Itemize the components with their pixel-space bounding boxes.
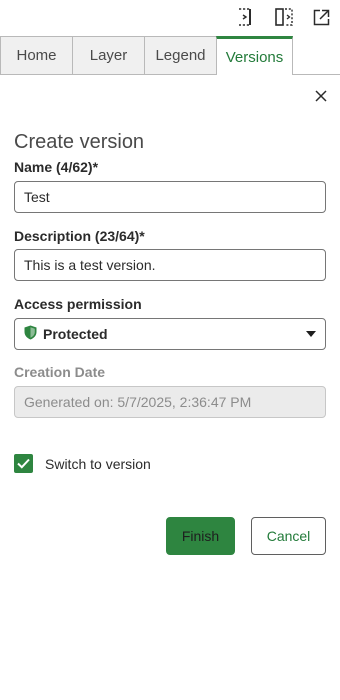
checkmark-icon[interactable] — [14, 454, 33, 473]
access-permission-label: Access permission — [14, 296, 142, 312]
cancel-button[interactable]: Cancel — [251, 517, 326, 555]
access-permission-value: Protected — [43, 326, 108, 342]
form-title: Create version — [14, 131, 145, 153]
name-field[interactable]: Test — [14, 181, 326, 213]
chevron-down-icon — [306, 331, 316, 337]
split-panel-icon[interactable] — [273, 6, 295, 28]
description-field[interactable]: This is a test version. — [14, 249, 326, 281]
expand-icon[interactable] — [310, 6, 332, 28]
tabs-divider — [292, 74, 340, 75]
panel-toolbar — [0, 0, 340, 36]
switch-to-version-checkbox[interactable]: Switch to version — [14, 454, 151, 473]
access-permission-select[interactable]: Protected — [14, 318, 326, 350]
tab-layer[interactable]: Layer — [72, 36, 145, 75]
creation-date-label: Creation Date — [14, 364, 106, 380]
creation-date-field: Generated on: 5/7/2025, 2:36:47 PM — [14, 386, 326, 418]
dock-side-icon[interactable] — [234, 6, 256, 28]
tab-versions[interactable]: Versions — [216, 36, 293, 75]
access-permission-value-group: Protected — [24, 325, 108, 343]
tab-legend[interactable]: Legend — [144, 36, 217, 75]
shield-icon — [24, 325, 37, 343]
description-label: Description (23/64)* — [14, 228, 145, 244]
switch-to-version-label: Switch to version — [45, 455, 151, 472]
name-label: Name (4/62)* — [14, 159, 99, 175]
close-icon[interactable] — [310, 85, 332, 107]
panel-tabs: Home Layer Legend Versions — [0, 36, 340, 75]
tab-home[interactable]: Home — [0, 36, 73, 75]
finish-button[interactable]: Finish — [166, 517, 235, 555]
